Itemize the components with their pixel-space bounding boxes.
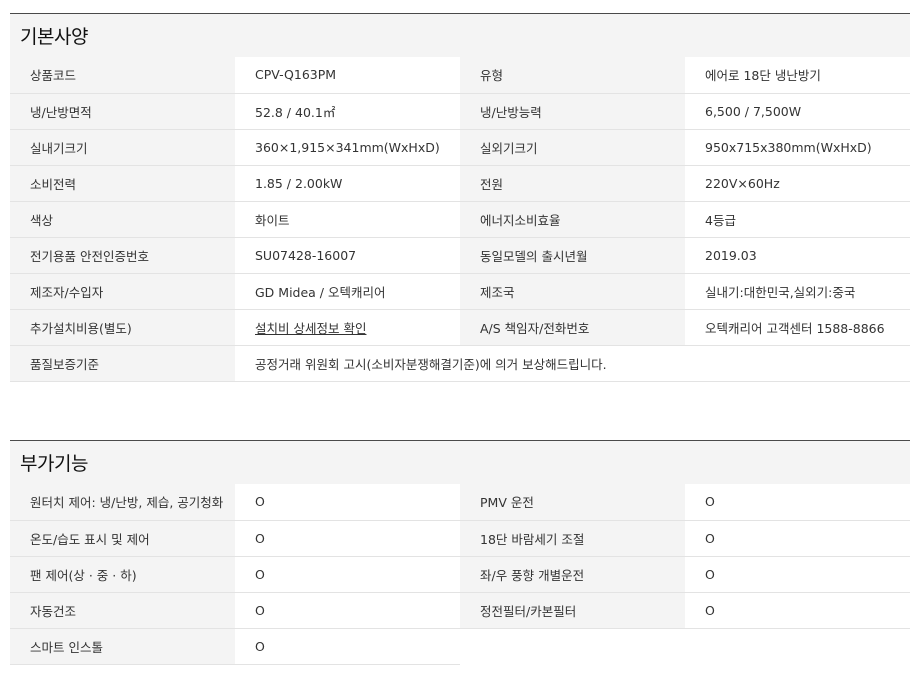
feature-value: O	[235, 628, 460, 665]
empty-cell	[460, 628, 910, 664]
feature-label: 온도/습도 표시 및 제어	[10, 520, 235, 557]
feature-label: 좌/우 풍향 개별운전	[460, 556, 685, 593]
spec-value: 220V×60Hz	[685, 165, 910, 202]
spec-label: 실내기크기	[10, 129, 235, 166]
feature-value: O	[235, 484, 460, 521]
warranty-value: 공정거래 위원회 고시(소비자분쟁해결기준)에 의거 보상해드립니다.	[235, 345, 910, 382]
table-row: 색상 화이트 에너지소비효율 4등급	[10, 201, 910, 238]
feature-value: O	[235, 520, 460, 557]
table-row: 제조자/수입자 GD Midea / 오텍캐리어 제조국 실내기:대한민국,실외기:중…	[10, 273, 910, 310]
table-row: 온도/습도 표시 및 제어 O 18단 바람세기 조절 O	[10, 520, 910, 557]
table-row: 실내기크기 360×1,915×341mm(WxHxD) 실외기크기 950x715x…	[10, 129, 910, 166]
spec-value: 오텍캐리어 고객센터 1588-8866	[685, 309, 910, 346]
spec-label: 제조국	[460, 273, 685, 310]
spec-label: 전원	[460, 165, 685, 202]
spec-label: 냉/난방면적	[10, 93, 235, 130]
spec-value: 2019.03	[685, 237, 910, 274]
table-row: 품질보증기준 공정거래 위원회 고시(소비자분쟁해결기준)에 의거 보상해드립니다…	[10, 345, 910, 382]
table-row: 추가설치비용(별도) 설치비 상세정보 확인 A/S 책임자/전화번호 오텍캐리어 고…	[10, 309, 910, 346]
spec-value: 52.8 / 40.1㎡	[235, 93, 460, 130]
table-row: 냉/난방면적 52.8 / 40.1㎡ 냉/난방능력 6,500 / 7,500W	[10, 93, 910, 130]
feature-value: O	[685, 484, 910, 521]
spec-label: 실외기크기	[460, 129, 685, 166]
spec-value: 에어로 18단 냉난방기	[685, 57, 910, 94]
feature-label: PMV 운전	[460, 484, 685, 521]
basic-spec-title: 기본사양	[20, 26, 88, 48]
table-row: 원터치 제어: 냉/난방, 제습, 공기청화 O PMV 운전 O	[10, 484, 910, 521]
spec-label: 동일모델의 출시년월	[460, 237, 685, 274]
feature-label: 원터치 제어: 냉/난방, 제습, 공기청화	[10, 484, 235, 521]
spec-value: 950x715x380mm(WxHxD)	[685, 129, 910, 166]
spec-label: 냉/난방능력	[460, 93, 685, 130]
table-row: 전기용품 안전인증번호 SU07428-16007 동일모델의 출시년월 2019.0…	[10, 237, 910, 274]
feature-value: O	[235, 592, 460, 629]
install-cost-link[interactable]: 설치비 상세정보 확인	[255, 321, 366, 336]
extra-features-section: 부가기능 원터치 제어: 냉/난방, 제습, 공기청화 O PMV 운전 O 온도/습도…	[10, 440, 910, 665]
feature-label: 18단 바람세기 조절	[460, 520, 685, 557]
basic-spec-table: 상품코드 CPV-Q163PM 유형 에어로 18단 냉난방기 냉/난방면적 52.8 /…	[10, 57, 910, 382]
warranty-label: 품질보증기준	[10, 345, 235, 382]
spec-label: 제조자/수입자	[10, 273, 235, 310]
spec-value: 6,500 / 7,500W	[685, 93, 910, 130]
spec-label: 추가설치비용(별도)	[10, 309, 235, 346]
spec-value: 1.85 / 2.00kW	[235, 165, 460, 202]
feature-value: O	[685, 556, 910, 593]
spec-label: 상품코드	[10, 57, 235, 94]
table-row: 상품코드 CPV-Q163PM 유형 에어로 18단 냉난방기	[10, 57, 910, 94]
spec-label: 유형	[460, 57, 685, 94]
feature-label: 스마트 인스톨	[10, 628, 235, 665]
feature-label: 팬 제어(상 · 중 · 하)	[10, 556, 235, 593]
feature-label: 자동건조	[10, 592, 235, 629]
spec-value: 360×1,915×341mm(WxHxD)	[235, 129, 460, 166]
spec-label: 에너지소비효율	[460, 201, 685, 238]
feature-label: 정전필터/카본필터	[460, 592, 685, 629]
spec-label: 색상	[10, 201, 235, 238]
spec-value: SU07428-16007	[235, 237, 460, 274]
spec-value: 실내기:대한민국,실외기:중국	[685, 273, 910, 310]
basic-spec-header: 기본사양	[10, 13, 910, 57]
spec-value: 설치비 상세정보 확인	[235, 309, 460, 346]
spec-label: 전기용품 안전인증번호	[10, 237, 235, 274]
extra-features-table: 원터치 제어: 냉/난방, 제습, 공기청화 O PMV 운전 O 온도/습도 표시 및…	[10, 484, 910, 665]
spec-value: GD Midea / 오텍캐리어	[235, 273, 460, 310]
feature-value: O	[235, 556, 460, 593]
spec-value: 4등급	[685, 201, 910, 238]
table-row: 팬 제어(상 · 중 · 하) O 좌/우 풍향 개별운전 O	[10, 556, 910, 593]
spec-value: CPV-Q163PM	[235, 57, 460, 94]
feature-value: O	[685, 592, 910, 629]
table-row: 스마트 인스톨 O	[10, 628, 910, 665]
feature-value: O	[685, 520, 910, 557]
spec-label: A/S 책임자/전화번호	[460, 309, 685, 346]
extra-features-header: 부가기능	[10, 440, 910, 484]
table-row: 소비전력 1.85 / 2.00kW 전원 220V×60Hz	[10, 165, 910, 202]
spec-value: 화이트	[235, 201, 460, 238]
spec-label: 소비전력	[10, 165, 235, 202]
extra-features-title: 부가기능	[20, 453, 88, 475]
basic-spec-section: 기본사양 상품코드 CPV-Q163PM 유형 에어로 18단 냉난방기 냉/난방면적 5…	[10, 13, 910, 382]
table-row: 자동건조 O 정전필터/카본필터 O	[10, 592, 910, 629]
